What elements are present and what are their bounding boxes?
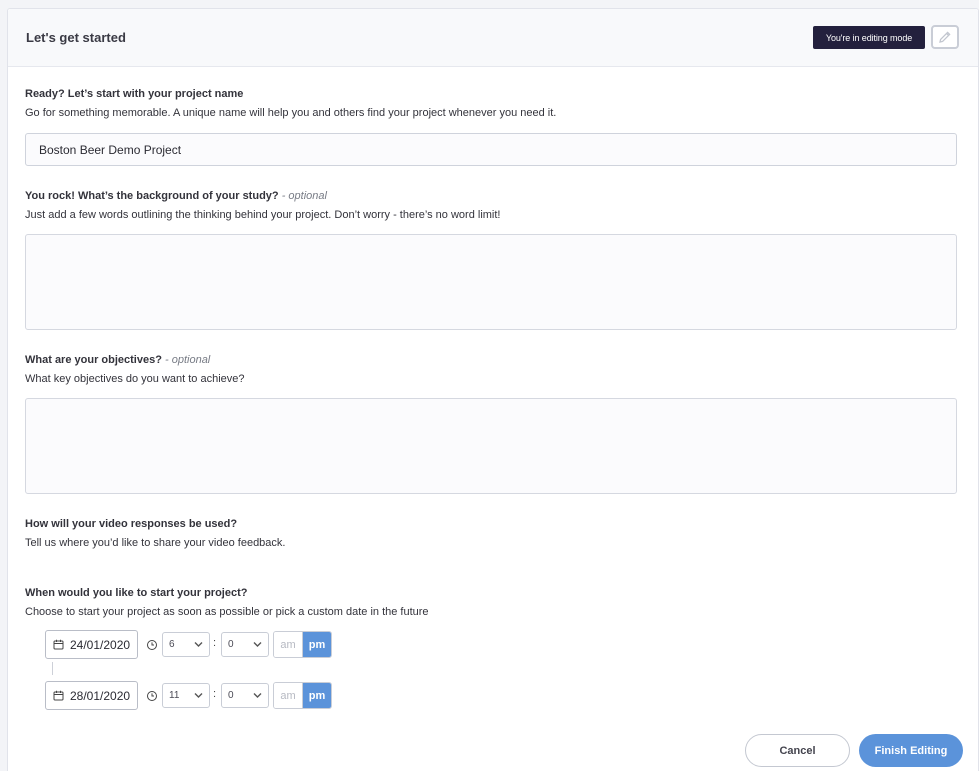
start-pm-button[interactable]: pm <box>303 632 331 657</box>
start-minute-value: 0 <box>228 639 234 650</box>
objectives-help: What key objectives do you want to achie… <box>25 373 245 385</box>
calendar-icon <box>53 639 64 650</box>
background-optional-tag: - optional <box>281 190 327 202</box>
objectives-textarea[interactable] <box>25 398 957 494</box>
end-date-field[interactable]: 28/01/2020 <box>45 681 138 710</box>
project-setup-card: Let's get started You're in editing mode <box>7 8 979 771</box>
end-am-button[interactable]: am <box>274 683 303 708</box>
pencil-icon <box>939 31 951 43</box>
start-date-field[interactable]: 24/01/2020 <box>45 630 138 659</box>
background-textarea[interactable] <box>25 234 957 330</box>
chevron-down-icon <box>194 642 203 647</box>
start-ampm-toggle: am pm <box>273 631 332 658</box>
end-hour-value: 11 <box>169 690 180 701</box>
clock-icon <box>147 691 157 701</box>
background-label: You rock! What’s the background of your … <box>25 190 327 202</box>
card-header: Let's get started You're in editing mode <box>8 9 978 67</box>
start-minute-select[interactable]: 0 <box>221 632 269 657</box>
schedule-label: When would you like to start your projec… <box>25 587 248 599</box>
end-pm-button[interactable]: pm <box>303 683 331 708</box>
usage-label: How will your video responses be used? <box>25 518 238 530</box>
end-hour-select[interactable]: 11 <box>162 683 210 708</box>
chevron-down-icon <box>253 642 262 647</box>
end-minute-value: 0 <box>228 690 234 701</box>
objectives-label: What are your objectives? - optional <box>25 354 210 366</box>
finish-editing-button[interactable]: Finish Editing <box>859 734 963 767</box>
usage-help: Tell us where you’d like to share your v… <box>25 537 286 549</box>
background-help: Just add a few words outlining the think… <box>25 209 501 221</box>
edit-button[interactable] <box>931 25 959 49</box>
project-name-help: Go for something memorable. A unique nam… <box>25 107 557 119</box>
chevron-down-icon <box>253 693 262 698</box>
project-name-label: Ready? Let’s start with your project nam… <box>25 88 244 100</box>
objectives-label-text: What are your objectives? <box>25 354 162 366</box>
editing-mode-badge: You're in editing mode <box>813 26 925 49</box>
background-label-text: You rock! What’s the background of your … <box>25 190 279 202</box>
time-separator: : <box>213 688 217 700</box>
time-separator: : <box>213 637 217 649</box>
objectives-optional-tag: - optional <box>165 354 211 366</box>
start-date-value: 24/01/2020 <box>70 637 131 652</box>
date-range-connector <box>52 662 53 675</box>
end-minute-select[interactable]: 0 <box>221 683 269 708</box>
page-title: Let's get started <box>26 30 126 45</box>
end-date-value: 28/01/2020 <box>70 688 131 703</box>
chevron-down-icon <box>194 693 203 698</box>
start-hour-value: 6 <box>169 639 175 650</box>
start-am-button[interactable]: am <box>274 632 303 657</box>
end-ampm-toggle: am pm <box>273 682 332 709</box>
cancel-button[interactable]: Cancel <box>745 734 850 767</box>
start-hour-select[interactable]: 6 <box>162 632 210 657</box>
project-name-input[interactable] <box>25 133 957 166</box>
clock-icon <box>147 640 157 650</box>
schedule-help: Choose to start your project as soon as … <box>25 606 429 618</box>
calendar-icon <box>53 690 64 701</box>
